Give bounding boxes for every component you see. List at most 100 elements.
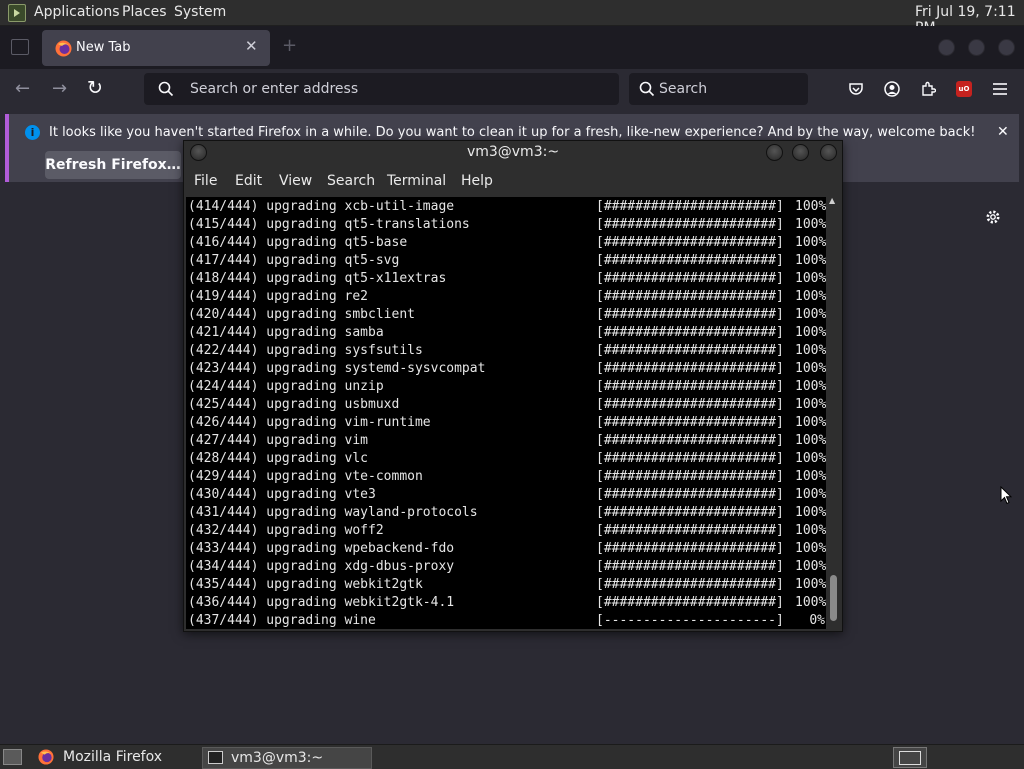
extensions-icon[interactable] <box>920 81 936 97</box>
tab-title: New Tab <box>76 40 131 55</box>
terminal-progress-percent: 100% <box>795 217 826 232</box>
terminal-progress-bar: [######################] <box>596 307 784 322</box>
terminal-progress-bar: [######################] <box>596 217 784 232</box>
terminal-scrollbar[interactable]: ▲ <box>827 196 839 629</box>
info-icon: i <box>25 125 40 140</box>
search-bar[interactable]: Search <box>629 73 808 105</box>
firefox-logo-icon <box>38 749 54 765</box>
terminal-progress-percent: 100% <box>795 253 826 268</box>
reload-icon[interactable]: ↻ <box>87 77 103 99</box>
menu-system[interactable]: System <box>174 4 226 20</box>
scroll-up-arrow-icon[interactable]: ▲ <box>829 196 835 205</box>
terminal-line-text: (421/444) upgrading samba <box>188 325 384 340</box>
terminal-menu-edit[interactable]: Edit <box>235 173 262 189</box>
terminal-menu-terminal[interactable]: Terminal <box>387 173 446 189</box>
terminal-output[interactable]: (414/444) upgrading xcb-util-image [#####… <box>186 197 826 629</box>
account-icon[interactable] <box>884 81 900 97</box>
url-bar[interactable]: Search or enter address <box>144 73 619 105</box>
tab-new-tab[interactable]: New Tab ✕ <box>42 30 270 66</box>
terminal-progress-bar: [######################] <box>596 325 784 340</box>
terminal-line-text: (429/444) upgrading vte-common <box>188 469 423 484</box>
notification-text: It looks like you haven't started Firefo… <box>49 125 976 140</box>
window-maximize-button[interactable] <box>968 39 985 56</box>
terminal-progress-bar: [######################] <box>596 415 784 430</box>
terminal-line-text: (430/444) upgrading vte3 <box>188 487 376 502</box>
terminal-line-text: (431/444) upgrading wayland-protocols <box>188 505 478 520</box>
terminal-menu-search[interactable]: Search <box>327 173 375 189</box>
terminal-progress-percent: 100% <box>795 379 826 394</box>
terminal-line-text: (419/444) upgrading re2 <box>188 289 369 304</box>
terminal-line-text: (433/444) upgrading wpebackend-fdo <box>188 541 455 556</box>
ublock-icon[interactable]: uO <box>956 81 972 97</box>
terminal-progress-percent: 100% <box>795 505 826 520</box>
terminal-line-text: (435/444) upgrading webkit2gtk <box>188 577 423 592</box>
terminal-progress-percent: 100% <box>795 451 826 466</box>
terminal-progress-percent: 100% <box>795 361 826 376</box>
terminal-progress-percent: 100% <box>795 523 826 538</box>
terminal-line-text: (424/444) upgrading unzip <box>188 379 384 394</box>
terminal-menubar: File Edit View Search Terminal Help <box>184 167 842 195</box>
notification-close-icon[interactable]: ✕ <box>997 124 1009 140</box>
applications-logo-icon[interactable] <box>8 4 26 22</box>
menu-applications[interactable]: Applications <box>34 4 120 20</box>
terminal-menu-view[interactable]: View <box>279 173 312 189</box>
terminal-progress-percent: 100% <box>795 577 826 592</box>
terminal-progress-percent: 100% <box>795 343 826 358</box>
taskbar-item-label: vm3@vm3:~ <box>231 750 324 766</box>
terminal-maximize-button[interactable] <box>792 144 809 161</box>
show-desktop-icon[interactable] <box>3 749 22 765</box>
taskbar-item-terminal[interactable]: vm3@vm3:~ <box>202 747 372 769</box>
terminal-close-button[interactable] <box>820 144 837 161</box>
forward-icon[interactable]: → <box>52 78 67 99</box>
workspace-switcher[interactable] <box>893 747 927 768</box>
terminal-scrollbar-thumb[interactable] <box>830 575 837 621</box>
taskbar-item-label: Mozilla Firefox <box>63 749 163 765</box>
terminal-progress-percent: 100% <box>795 433 826 448</box>
new-tab-plus-icon[interactable]: + <box>282 35 297 56</box>
terminal-progress-bar: [######################] <box>596 289 784 304</box>
terminal-progress-percent: 100% <box>795 325 826 340</box>
terminal-progress-bar: [######################] <box>596 397 784 412</box>
refresh-firefox-button[interactable]: Refresh Firefox… <box>45 151 181 179</box>
url-placeholder: Search or enter address <box>190 81 359 97</box>
menu-icon[interactable] <box>992 82 1008 96</box>
terminal-progress-bar: [######################] <box>596 361 784 376</box>
back-icon[interactable]: ← <box>15 78 30 99</box>
terminal-menu-help[interactable]: Help <box>461 173 493 189</box>
window-close-button[interactable] <box>998 39 1015 56</box>
terminal-progress-bar: [######################] <box>596 379 784 394</box>
terminal-progress-bar: [######################] <box>596 199 784 214</box>
settings-gear-icon[interactable] <box>985 209 1001 225</box>
terminal-line-text: (437/444) upgrading wine <box>188 613 376 628</box>
terminal-line-text: (436/444) upgrading webkit2gtk-4.1 <box>188 595 455 610</box>
tab-overview-icon[interactable] <box>11 39 29 55</box>
terminal-progress-percent: 100% <box>795 307 826 322</box>
tab-close-icon[interactable]: ✕ <box>245 37 258 55</box>
bottom-panel: Mozilla Firefox vm3@vm3:~ <box>0 744 1024 769</box>
top-panel: Applications Places System Fri Jul 19, 7… <box>0 0 1024 36</box>
window-minimize-button[interactable] <box>938 39 955 56</box>
search-icon <box>639 81 655 97</box>
terminal-progress-bar: [######################] <box>596 433 784 448</box>
terminal-line-text: (427/444) upgrading vim <box>188 433 369 448</box>
terminal-progress-percent: 100% <box>795 235 826 250</box>
terminal-window[interactable]: vm3@vm3:~ File Edit View Search Terminal… <box>183 140 843 632</box>
terminal-minimize-button[interactable] <box>766 144 783 161</box>
terminal-line-text: (418/444) upgrading qt5-x11extras <box>188 271 447 286</box>
terminal-icon <box>208 751 223 764</box>
terminal-menu-file[interactable]: File <box>194 173 217 189</box>
taskbar-item-firefox[interactable]: Mozilla Firefox <box>32 747 202 767</box>
terminal-progress-percent: 100% <box>795 199 826 214</box>
terminal-progress-percent: 100% <box>795 595 826 610</box>
workspace-icon <box>899 751 921 765</box>
terminal-progress-percent: 100% <box>795 271 826 286</box>
terminal-progress-percent: 100% <box>795 289 826 304</box>
terminal-progress-bar: [######################] <box>596 271 784 286</box>
terminal-progress-bar: [######################] <box>596 451 784 466</box>
menu-places[interactable]: Places <box>122 4 167 20</box>
terminal-line-text: (417/444) upgrading qt5-svg <box>188 253 400 268</box>
terminal-progress-bar: [######################] <box>596 595 784 610</box>
terminal-line-text: (422/444) upgrading sysfsutils <box>188 343 423 358</box>
terminal-line-text: (426/444) upgrading vim-runtime <box>188 415 431 430</box>
pocket-icon[interactable] <box>848 81 864 97</box>
